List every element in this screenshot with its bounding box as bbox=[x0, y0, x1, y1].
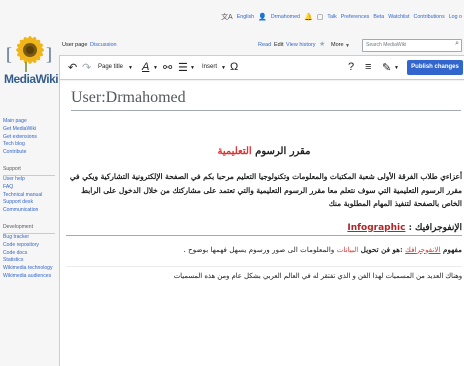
search-placeholder: Search MediaWiki bbox=[366, 42, 407, 48]
logo-wordmark[interactable]: MediaWiki bbox=[4, 72, 59, 86]
sidebar-item-wikimedia-audiences[interactable]: Wikimedia audiences bbox=[0, 273, 60, 281]
sidebar-item-code-docs[interactable]: Code docs bbox=[0, 250, 60, 258]
article-heading: مقرر الرسوم التعليمية bbox=[66, 146, 462, 157]
section-heading-english: Infographic bbox=[347, 222, 406, 233]
definition-paragraph: مفهوم الانفوجرافك :هو فن تحويل البيانات … bbox=[66, 244, 462, 256]
sidebar-item-support-desk[interactable]: Support desk bbox=[0, 199, 60, 207]
undo-icon[interactable]: ↶ bbox=[68, 61, 77, 74]
page-title: User:Drmahomed bbox=[71, 89, 186, 106]
definition-end: والمعلومات الى صور ورسوم يسهل فهمها بوضو… bbox=[183, 244, 337, 254]
chevron-down-icon[interactable]: ▼ bbox=[394, 65, 399, 71]
sidebar-item-user-help[interactable]: User help bbox=[0, 176, 60, 184]
talk-link[interactable]: Talk bbox=[327, 14, 336, 20]
section-heading-infographic: الإنفوجرافيك : Infographic bbox=[66, 223, 462, 236]
chevron-down-icon[interactable]: ▼ bbox=[221, 65, 226, 71]
tab-read[interactable]: Read bbox=[258, 42, 271, 48]
tab-more[interactable]: More bbox=[331, 42, 344, 48]
username-link[interactable]: Drmahomed bbox=[271, 14, 300, 20]
sidebar-item-get-mediawiki[interactable]: Get MediaWiki bbox=[0, 126, 60, 134]
section-heading-arabic: الإنفوجرافيك : bbox=[405, 222, 462, 233]
preferences-link[interactable]: Preferences bbox=[341, 14, 370, 20]
sidebar-item-wikimedia-technology[interactable]: Wikimedia technology bbox=[0, 265, 60, 273]
personal-tools: 文A English 👤 Drmahomed 🔔 ▢ Talk Preferen… bbox=[221, 12, 462, 22]
notifications-icon[interactable]: 🔔 bbox=[304, 13, 313, 21]
page-options-icon[interactable]: ≡ bbox=[365, 61, 371, 73]
tab-user-page[interactable]: User page bbox=[62, 42, 87, 48]
search-input[interactable]: Search MediaWiki ⌕ bbox=[362, 39, 462, 52]
notices-icon[interactable]: ▢ bbox=[317, 13, 324, 21]
title-divider bbox=[71, 110, 461, 111]
sidebar-item-tech-blog[interactable]: Tech blog bbox=[0, 141, 60, 149]
editor-toolbar: ↶ ↷ Page title ▼ A ▼ ⚯ ☰ ▼ Insert ▼ Ω ? … bbox=[60, 56, 464, 80]
user-icon: 👤 bbox=[258, 14, 267, 21]
search-icon[interactable]: ⌕ bbox=[455, 40, 459, 48]
edit-mode-pencil-icon[interactable]: ✎ bbox=[382, 61, 391, 74]
chevron-down-icon[interactable]: ▼ bbox=[345, 43, 350, 49]
sidebar-item-communication[interactable]: Communication bbox=[0, 207, 60, 215]
svg-text:]: ] bbox=[46, 44, 52, 64]
sidebar-item-technical-manual[interactable]: Technical manual bbox=[0, 192, 60, 200]
paragraph-format-dropdown[interactable]: Page title bbox=[98, 64, 123, 70]
heading-text: مقرر الرسوم bbox=[251, 146, 311, 157]
language-link[interactable]: English bbox=[237, 14, 254, 20]
definition-label: مفهوم bbox=[440, 244, 462, 254]
watch-star-icon[interactable]: ★ bbox=[319, 40, 325, 48]
sidebar-heading-support: Support bbox=[3, 165, 21, 172]
personal-bar: 文A English 👤 Drmahomed 🔔 ▢ Talk Preferen… bbox=[0, 0, 464, 38]
link-icon[interactable]: ⚯ bbox=[163, 61, 172, 74]
sidebar-item-code-repository[interactable]: Code repository bbox=[0, 242, 60, 250]
definition-mid: :هو فن تحويل bbox=[358, 244, 406, 254]
sidebar-item-bug-tracker[interactable]: Bug tracker bbox=[0, 234, 60, 242]
redo-icon[interactable]: ↷ bbox=[82, 61, 91, 74]
help-icon[interactable]: ? bbox=[348, 61, 354, 73]
data-link[interactable]: البيانات bbox=[337, 245, 359, 254]
publish-button[interactable]: Publish changes bbox=[407, 60, 463, 75]
sidebar: Main page Get MediaWiki Get extensions T… bbox=[0, 118, 60, 281]
special-character-icon[interactable]: Ω bbox=[230, 61, 238, 73]
tab-edit[interactable]: Edit bbox=[274, 42, 283, 48]
sidebar-item-get-extensions[interactable]: Get extensions bbox=[0, 134, 60, 142]
text-style-icon[interactable]: A bbox=[142, 61, 149, 73]
chevron-down-icon[interactable]: ▼ bbox=[190, 65, 195, 71]
sidebar-heading-development: Development bbox=[3, 223, 34, 230]
svg-text:[: [ bbox=[6, 44, 12, 64]
infographic-link[interactable]: الانفوجرافك bbox=[405, 245, 440, 254]
sidebar-item-faq[interactable]: FAQ bbox=[0, 184, 60, 192]
translate-icon[interactable]: 文A bbox=[221, 12, 233, 22]
chevron-down-icon[interactable]: ▼ bbox=[153, 65, 158, 71]
list-icon[interactable]: ☰ bbox=[178, 61, 188, 74]
heading-red-link[interactable]: التعليمية bbox=[218, 146, 252, 157]
content-area: ↶ ↷ Page title ▼ A ▼ ⚯ ☰ ▼ Insert ▼ Ω ? … bbox=[59, 55, 464, 366]
sidebar-item-contribute[interactable]: Contribute bbox=[0, 149, 60, 157]
insert-menu[interactable]: Insert bbox=[202, 64, 217, 70]
logout-link[interactable]: Log o bbox=[449, 14, 462, 20]
chevron-down-icon[interactable]: ▼ bbox=[128, 65, 133, 71]
tab-discussion[interactable]: Discussion bbox=[90, 42, 117, 48]
intro-paragraph: أعزاءي طلاب الفرقة الأولى شعبة المكتبات … bbox=[69, 172, 462, 208]
beta-link[interactable]: Beta bbox=[373, 14, 384, 20]
watchlist-link[interactable]: Watchlist bbox=[388, 14, 409, 20]
article-body[interactable]: مقرر الرسوم التعليمية أعزاءي طلاب الفرقة… bbox=[66, 114, 462, 282]
sidebar-item-statistics[interactable]: Statistics bbox=[0, 257, 60, 265]
names-paragraph: وهناك العديد من المسميات لهذا الفن و الذ… bbox=[66, 265, 462, 282]
sidebar-item-main-page[interactable]: Main page bbox=[0, 118, 60, 126]
tab-view-history[interactable]: View history bbox=[286, 42, 316, 48]
contributions-link[interactable]: Contributions bbox=[414, 14, 445, 20]
